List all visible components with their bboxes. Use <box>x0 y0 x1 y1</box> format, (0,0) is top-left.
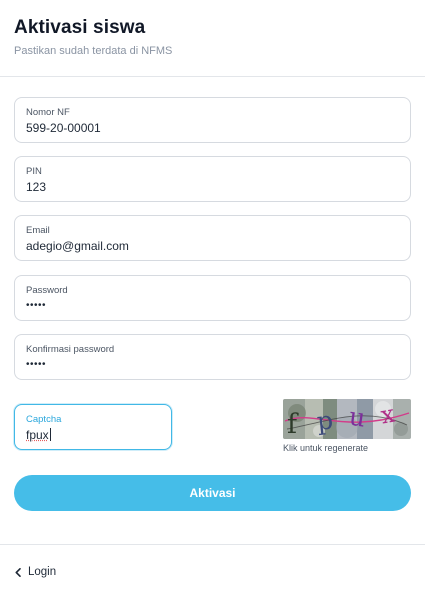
email-label: Email <box>26 225 50 236</box>
pin-label: PIN <box>26 166 42 177</box>
captcha-label: Captcha <box>26 414 62 425</box>
text-caret <box>49 428 51 441</box>
nomor-nf-field[interactable]: Nomor NF 599-20-00001 <box>14 97 411 143</box>
email-value[interactable]: adegio@gmail.com <box>26 239 129 253</box>
email-field[interactable]: Email adegio@gmail.com <box>14 215 411 261</box>
confirm-password-label: Konfirmasi password <box>26 344 115 355</box>
confirm-password-value[interactable]: ••••• <box>26 359 46 370</box>
captcha-graphic: f p u x <box>283 399 411 439</box>
page-subtitle: Pastikan sudah terdata di NFMS <box>14 45 173 57</box>
page-title: Aktivasi siswa <box>14 17 146 38</box>
nomor-nf-label: Nomor NF <box>26 107 70 118</box>
login-link-label: Login <box>28 566 57 578</box>
pin-value[interactable]: 123 <box>26 180 46 194</box>
confirm-password-field[interactable]: Konfirmasi password ••••• <box>14 334 411 380</box>
aktivasi-button[interactable]: Aktivasi <box>14 475 411 511</box>
page-header: Aktivasi siswa Pastikan sudah terdata di… <box>14 17 172 57</box>
footer-divider <box>0 544 425 545</box>
captcha-input-text: fpux <box>26 428 49 442</box>
password-field[interactable]: Password ••••• <box>14 275 411 321</box>
captcha-field[interactable]: Captcha fpux <box>14 404 172 450</box>
nomor-nf-value[interactable]: 599-20-00001 <box>26 121 101 135</box>
captcha-image[interactable]: f p u x <box>283 399 411 439</box>
password-label: Password <box>26 285 68 296</box>
pin-field[interactable]: PIN 123 <box>14 156 411 202</box>
password-value[interactable]: ••••• <box>26 300 46 311</box>
captcha-input[interactable]: fpux <box>26 428 51 442</box>
header-divider <box>0 76 425 77</box>
captcha-char-2: p <box>315 405 334 436</box>
chevron-left-icon <box>15 567 21 577</box>
captcha-regenerate-hint[interactable]: Klik untuk regenerate <box>283 443 368 453</box>
login-back-link[interactable]: Login <box>15 566 56 578</box>
